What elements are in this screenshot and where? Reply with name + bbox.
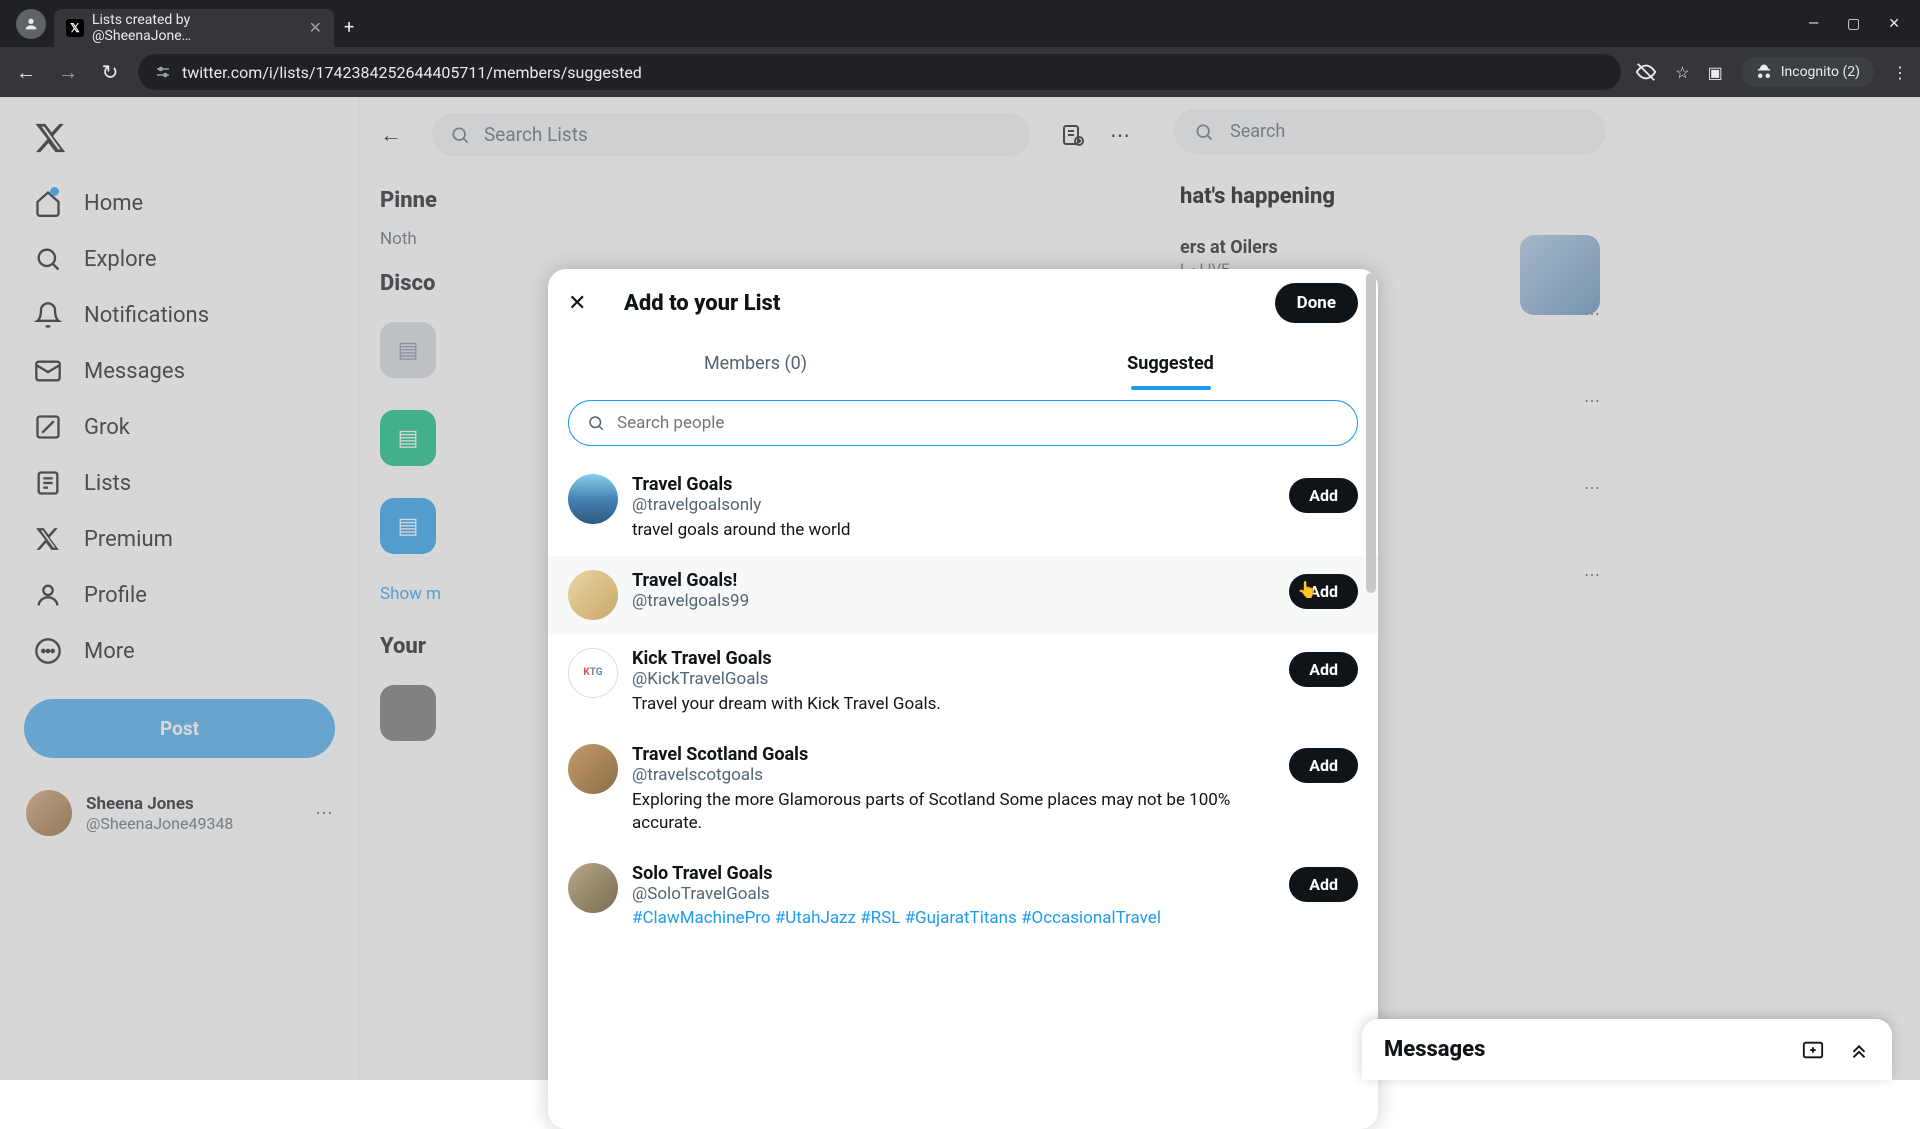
tab-suggested-label: Suggested (1127, 353, 1214, 374)
search-people-input[interactable] (568, 400, 1358, 446)
tab-members[interactable]: Members (0) (548, 337, 963, 390)
add-button[interactable]: Add (1289, 478, 1358, 513)
bookmark-star-icon[interactable]: ☆ (1675, 63, 1689, 82)
modal-scrollbar-thumb[interactable] (1366, 273, 1376, 593)
modal-close-icon[interactable]: ✕ (568, 291, 594, 316)
suggestion-name: Travel Scotland Goals (632, 744, 1275, 765)
suggestion-name: Kick Travel Goals (632, 648, 1275, 669)
browser-tab[interactable]: 𝕏 Lists created by @SheenaJone… ✕ (54, 9, 334, 47)
done-label: Done (1297, 293, 1336, 313)
window-close-icon[interactable]: ✕ (1888, 16, 1900, 32)
add-button[interactable]: Add (1289, 748, 1358, 783)
browser-tab-strip: 𝕏 Lists created by @SheenaJone… ✕ + ― ▢ … (0, 0, 1920, 47)
browser-toolbar: ← → ↻ twitter.com/i/lists/17423842526444… (0, 47, 1920, 97)
window-maximize-icon[interactable]: ▢ (1847, 16, 1860, 32)
nav-forward-icon: → (54, 60, 82, 85)
tab-suggested[interactable]: Suggested (963, 337, 1378, 390)
suggestion-avatar-icon (568, 863, 618, 913)
modal-scrollbar-track[interactable] (1364, 269, 1378, 1129)
site-settings-icon[interactable] (154, 63, 172, 81)
tab-title: Lists created by @SheenaJone… (92, 12, 293, 44)
cursor-hand-icon: 👆 (1297, 580, 1317, 599)
panel-icon[interactable]: ▣ (1708, 63, 1723, 82)
add-button[interactable]: Add (1289, 652, 1358, 687)
suggestion-name: Travel Goals (632, 474, 1275, 495)
nav-reload-icon[interactable]: ↻ (96, 60, 124, 84)
suggestion-row[interactable]: Travel Goals! @travelgoals99 👆 Add (548, 556, 1378, 634)
suggestion-handle: @SoloTravelGoals (632, 884, 1275, 904)
incognito-badge[interactable]: Incognito (2) (1741, 57, 1874, 87)
suggestion-handle: @KickTravelGoals (632, 669, 1275, 689)
incognito-label: Incognito (2) (1781, 64, 1860, 80)
add-to-list-modal: ✕ Add to your List Done Members (0) Sugg… (548, 269, 1378, 1129)
suggestion-hashtags[interactable]: #ClawMachinePro #UtahJazz #RSL #GujaratT… (632, 908, 1275, 928)
done-button[interactable]: Done (1275, 283, 1358, 323)
add-button[interactable]: Add (1289, 867, 1358, 902)
new-tab-button[interactable]: + (344, 17, 354, 38)
suggestion-avatar-icon (568, 744, 618, 794)
suggestion-row[interactable]: Solo Travel Goals @SoloTravelGoals #Claw… (548, 849, 1378, 942)
suggestion-desc: Exploring the more Glamorous parts of Sc… (632, 789, 1275, 835)
suggestion-name: Solo Travel Goals (632, 863, 1275, 884)
suggestion-avatar-icon (568, 474, 618, 524)
suggestion-desc: travel goals around the world (632, 519, 1275, 542)
suggestion-row[interactable]: Travel Scotland Goals @travelscotgoals E… (548, 730, 1378, 849)
search-icon (587, 414, 605, 432)
nav-back-icon[interactable]: ← (12, 60, 40, 85)
tab-members-label: Members (0) (704, 353, 807, 374)
suggestion-handle: @travelgoalsonly (632, 495, 1275, 515)
suggestion-handle: @travelscotgoals (632, 765, 1275, 785)
url-bar[interactable]: twitter.com/i/lists/1742384252644405711/… (138, 54, 1621, 90)
window-minimize-icon[interactable]: ― (1808, 16, 1819, 32)
tab-favicon-icon: 𝕏 (66, 19, 84, 37)
suggestion-handle: @travelgoals99 (632, 591, 1275, 611)
suggestion-row[interactable]: Travel Goals @travelgoalsonly travel goa… (548, 460, 1378, 556)
chrome-profile-button[interactable] (16, 9, 46, 39)
suggestion-avatar-icon (568, 648, 618, 698)
suggestion-row[interactable]: Kick Travel Goals @KickTravelGoals Trave… (548, 634, 1378, 730)
messages-drawer[interactable]: Messages (1362, 1019, 1892, 1080)
eye-off-icon[interactable] (1635, 61, 1657, 83)
url-text: twitter.com/i/lists/1742384252644405711/… (182, 63, 642, 82)
suggestion-name: Travel Goals! (632, 570, 1275, 591)
search-people-field[interactable] (617, 413, 1339, 433)
suggestions-list[interactable]: Travel Goals @travelgoalsonly travel goa… (548, 460, 1378, 1129)
messages-label: Messages (1384, 1037, 1485, 1062)
new-message-icon[interactable] (1802, 1039, 1824, 1061)
tab-close-icon[interactable]: ✕ (309, 18, 322, 37)
chrome-menu-icon[interactable]: ⋮ (1892, 63, 1908, 82)
suggestion-avatar-icon (568, 570, 618, 620)
incognito-icon (1755, 63, 1773, 81)
suggestion-desc: Travel your dream with Kick Travel Goals… (632, 693, 1275, 716)
expand-up-icon[interactable] (1848, 1039, 1870, 1061)
modal-title: Add to your List (624, 291, 1245, 316)
add-button[interactable]: 👆 Add (1289, 574, 1358, 609)
